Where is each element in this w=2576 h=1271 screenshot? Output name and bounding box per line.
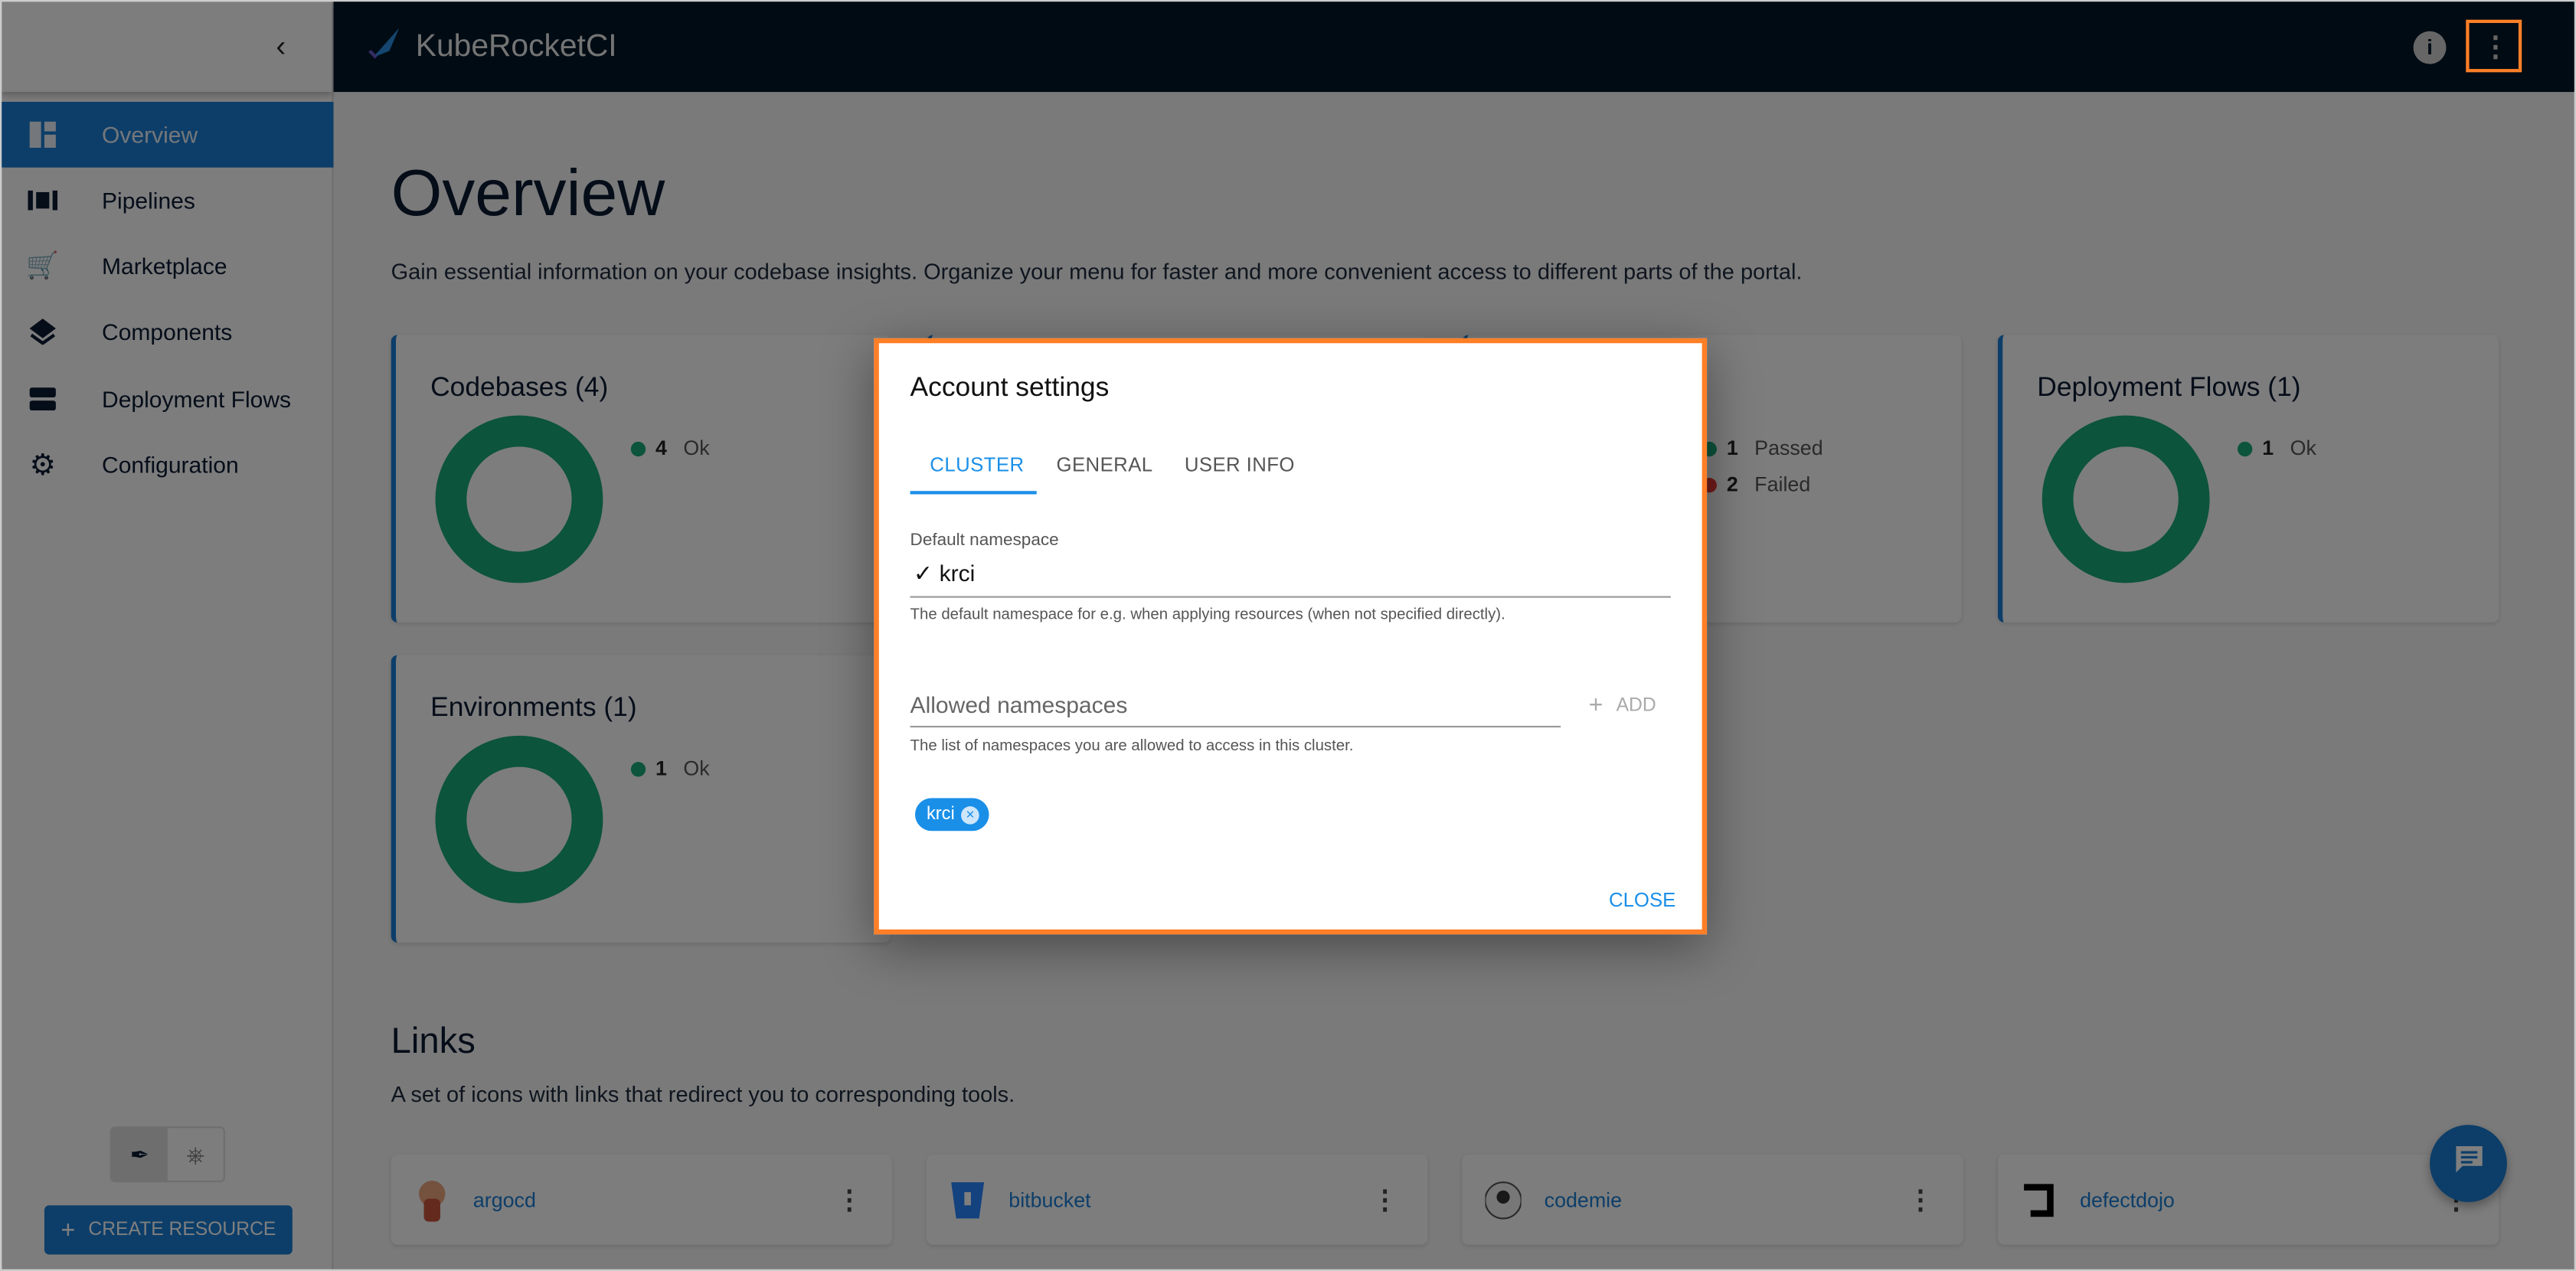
default-namespace-hint: The default namespace for e.g. when appl… — [910, 606, 1505, 624]
close-button[interactable]: CLOSE — [1609, 888, 1675, 911]
app-window: ‹ Overview Pipelines 🛒Marketplace Compon… — [0, 0, 2576, 1271]
tab-user-info[interactable]: USER INFO — [1185, 453, 1295, 476]
allowed-namespaces-hint: The list of namespaces you are allowed t… — [910, 737, 1354, 756]
tab-general[interactable]: GENERAL — [1056, 453, 1152, 476]
input-underline — [910, 725, 1561, 728]
add-namespace-button[interactable]: + ADD — [1588, 691, 1656, 720]
check-icon: ✓ — [913, 560, 933, 586]
default-namespace-input[interactable]: ✓ krci — [914, 560, 1672, 587]
plus-icon: + — [1588, 691, 1603, 720]
active-tab-indicator — [910, 491, 1037, 495]
namespace-chip: krci × — [914, 798, 989, 832]
remove-chip-icon[interactable]: × — [961, 805, 979, 824]
dialog-title: Account settings — [910, 372, 1110, 403]
default-namespace-label: Default namespace — [910, 530, 1059, 551]
account-settings-dialog: Account settings CLUSTER GENERAL USER IN… — [874, 338, 1708, 935]
tab-cluster[interactable]: CLUSTER — [930, 453, 1024, 476]
more-menu-highlight — [2466, 19, 2522, 73]
allowed-namespaces-input[interactable]: Allowed namespaces — [910, 691, 1561, 717]
input-underline — [910, 596, 1671, 598]
